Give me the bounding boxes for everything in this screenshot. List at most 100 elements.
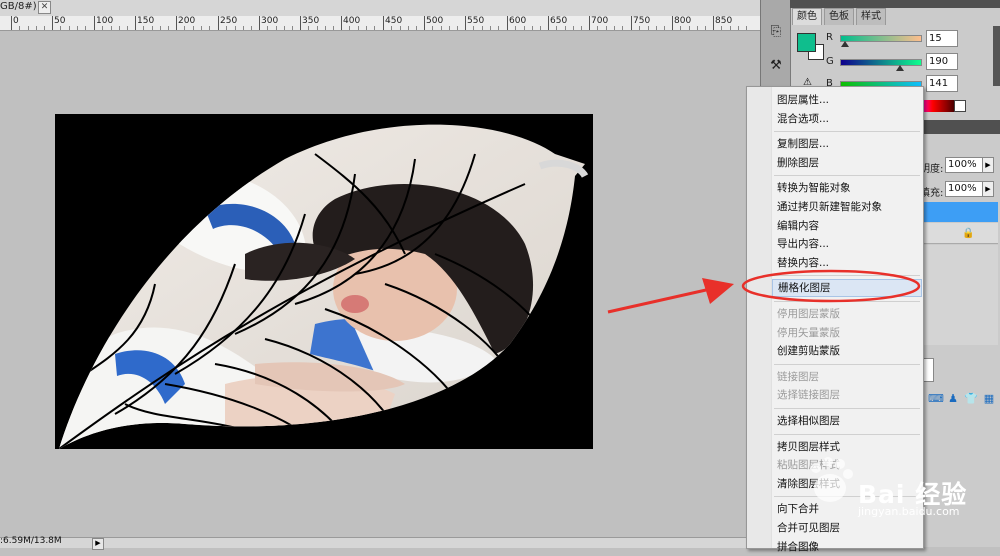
ruler-minor-tick <box>432 26 433 30</box>
green-value-field[interactable]: 190 <box>926 53 958 70</box>
document-tab[interactable]: GB/8#) * ✕ <box>0 0 760 17</box>
tab-styles[interactable]: 样式 <box>856 8 886 25</box>
tab-swatches[interactable]: 色板 <box>824 8 854 25</box>
ruler-minor-tick <box>160 26 161 30</box>
shirt-icon[interactable]: 👕 <box>964 393 978 405</box>
ruler-minor-tick <box>614 26 615 30</box>
red-slider-knob[interactable] <box>841 41 849 47</box>
menu-separator <box>774 131 920 133</box>
ruler-minor-tick <box>656 26 657 30</box>
status-menu-arrow-icon[interactable]: ▶ <box>92 538 104 550</box>
ruler-minor-tick <box>449 26 450 30</box>
lock-icon: 🔒 <box>962 228 975 239</box>
menu-item[interactable]: 创建剪贴蒙版 <box>772 342 922 360</box>
ruler-minor-tick <box>333 26 334 30</box>
ruler-major-tick <box>259 16 260 30</box>
ruler-minor-tick <box>317 26 318 30</box>
menu-item[interactable]: 混合选项... <box>772 110 922 128</box>
character-icon[interactable]: ♟ <box>946 393 960 405</box>
ruler-minor-tick <box>738 26 739 30</box>
ruler-minor-tick <box>308 26 309 30</box>
ruler-minor-tick <box>19 26 20 30</box>
horizontal-ruler: 0 50 100 150 200 250 300 350 400 450 500 550 600 650 7… <box>0 16 760 31</box>
document-canvas[interactable] <box>55 114 593 449</box>
layer-row-selected[interactable] <box>920 202 998 222</box>
ruler-label: 0 <box>13 16 19 26</box>
layer-row-background[interactable] <box>920 223 998 244</box>
ruler-minor-tick <box>524 26 525 30</box>
ruler-major-tick <box>589 16 590 30</box>
green-channel-slider[interactable] <box>840 59 922 66</box>
ruler-minor-tick <box>457 26 458 30</box>
opacity-dropdown-icon[interactable]: ▶ <box>982 157 994 173</box>
history-icon[interactable]: ⎘ <box>766 22 786 42</box>
grid-icon[interactable]: ▦ <box>982 393 996 405</box>
ruler-minor-tick <box>515 26 516 30</box>
green-slider-knob[interactable] <box>896 65 904 71</box>
ruler-major-tick <box>672 16 673 30</box>
ruler-label: 800 <box>674 16 692 26</box>
menu-item[interactable]: 选择相似图层 <box>772 412 922 430</box>
menu-item[interactable]: 图层属性... <box>772 91 922 109</box>
panel-header-bar <box>790 0 1000 8</box>
ruler-minor-tick <box>680 26 681 30</box>
ruler-label: 150 <box>137 16 155 26</box>
ruler-minor-tick <box>490 26 491 30</box>
ruler-minor-tick <box>143 26 144 30</box>
ruler-minor-tick <box>648 26 649 30</box>
ruler-minor-tick <box>532 26 533 30</box>
menu-item: 停用矢量蒙版 <box>777 326 840 339</box>
ruler-label: 850 <box>715 16 733 26</box>
panel-scrollbar[interactable] <box>993 26 1000 86</box>
fill-field[interactable]: 100% <box>945 181 983 197</box>
ruler-minor-tick <box>622 26 623 30</box>
ruler-minor-tick <box>746 26 747 30</box>
ruler-minor-tick <box>565 26 566 30</box>
red-value-field[interactable]: 15 <box>926 30 958 47</box>
menu-item[interactable]: 通过拷贝新建智能对象 <box>772 198 922 216</box>
ruler-major-tick <box>176 16 177 30</box>
white-swatch[interactable] <box>954 100 966 112</box>
leaf-photo-artwork <box>59 124 589 449</box>
ruler-minor-tick <box>267 26 268 30</box>
fill-dropdown-icon[interactable]: ▶ <box>982 181 994 197</box>
ruler-minor-tick <box>498 26 499 30</box>
ruler-minor-tick <box>36 26 37 30</box>
ruler-major-tick <box>424 16 425 30</box>
ruler-label: 700 <box>591 16 609 26</box>
watermark-url: jingyan.baidu.com <box>858 505 960 518</box>
annotation-arrow <box>607 278 734 314</box>
opacity-field[interactable]: 100% <box>945 157 983 173</box>
menu-item[interactable]: 导出内容... <box>772 235 922 253</box>
close-icon[interactable]: ✕ <box>38 1 51 14</box>
ruler-major-tick <box>507 16 508 30</box>
menu-item[interactable]: 复制图层... <box>772 135 922 153</box>
ruler-label: 100 <box>96 16 114 26</box>
ruler-minor-tick <box>639 26 640 30</box>
green-channel-label: G <box>826 56 834 67</box>
color-panel-tabs: 颜色 色板 样式 <box>792 8 992 25</box>
ruler-major-tick <box>94 16 95 30</box>
brush-presets-icon[interactable]: ⚒ <box>766 56 786 76</box>
ruler-minor-tick <box>482 26 483 30</box>
ruler-major-tick <box>11 16 12 30</box>
menu-item[interactable]: 转换为智能对象 <box>772 179 922 197</box>
menu-separator <box>774 433 920 435</box>
ruler-minor-tick <box>325 26 326 30</box>
menu-separator <box>774 363 920 365</box>
red-channel-label: R <box>826 32 833 43</box>
menu-separator <box>774 408 920 409</box>
ruler-label: 750 <box>633 16 651 26</box>
ruler-minor-tick <box>276 26 277 30</box>
ruler-minor-tick <box>77 26 78 30</box>
ruler-label: 500 <box>426 16 444 26</box>
blue-value-field[interactable]: 141 <box>926 75 958 92</box>
red-channel-slider[interactable] <box>840 35 922 42</box>
keyboard-icon[interactable]: ⌨ <box>928 393 944 405</box>
foreground-color-swatch[interactable] <box>797 33 816 52</box>
tab-color[interactable]: 颜色 <box>792 8 822 25</box>
menu-item[interactable]: 删除图层 <box>772 154 922 172</box>
ruler-major-tick <box>218 16 219 30</box>
menu-item[interactable]: 编辑内容 <box>772 217 922 235</box>
ruler-minor-tick <box>391 26 392 30</box>
